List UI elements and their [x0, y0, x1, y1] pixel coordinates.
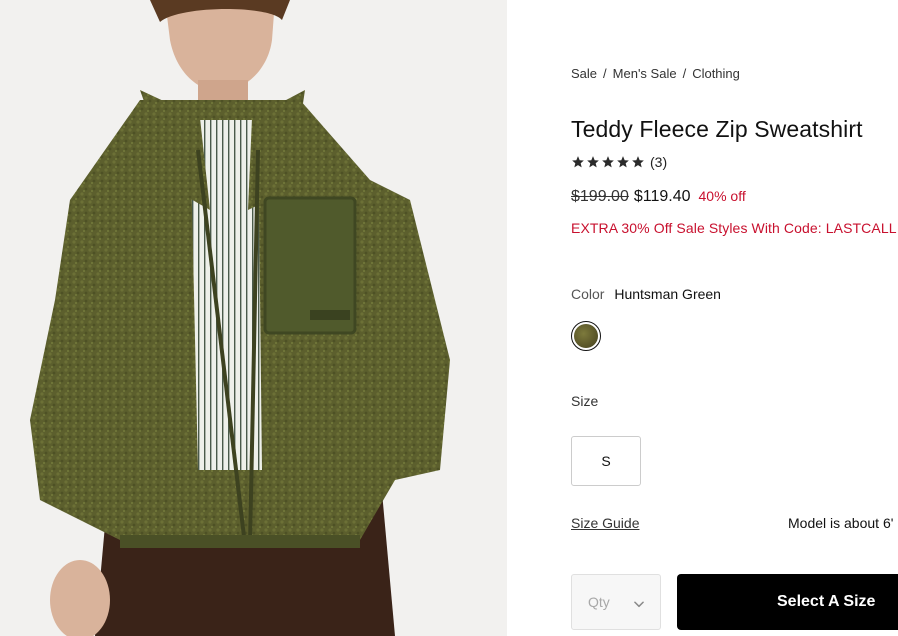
breadcrumb-mens-sale[interactable]: Men's Sale	[613, 66, 677, 81]
product-photo-illustration	[0, 0, 507, 636]
breadcrumb: Sale / Men's Sale / Clothing	[571, 66, 740, 81]
breadcrumb-separator: /	[603, 66, 607, 81]
star-icon	[617, 156, 629, 168]
original-price: $199.00	[571, 188, 629, 205]
breadcrumb-separator: /	[682, 66, 687, 81]
star-icon	[572, 156, 584, 168]
color-selection-label: Color Huntsman Green	[571, 286, 721, 302]
discount-percent: 40% off	[698, 188, 746, 204]
product-image[interactable]	[0, 0, 507, 636]
swatch-fill	[574, 324, 598, 348]
color-label: Color	[571, 286, 605, 302]
size-option-s[interactable]: S	[571, 436, 641, 486]
star-icon	[587, 156, 599, 168]
star-icon	[602, 156, 614, 168]
product-title: Teddy Fleece Zip Sweatshirt	[571, 116, 863, 142]
price-row: $199.00 $119.40 40% off	[571, 188, 746, 206]
breadcrumb-clothing[interactable]: Clothing	[692, 66, 740, 81]
sale-price: $119.40	[633, 188, 691, 205]
rating-stars	[571, 155, 645, 169]
product-details: Sale / Men's Sale / Clothing Teddy Fleece Zi…	[571, 0, 898, 636]
size-guide-link[interactable]: Size Guide	[571, 515, 639, 531]
selected-color-name: Huntsman Green	[614, 286, 721, 302]
size-label: Size	[571, 393, 599, 409]
product-rating[interactable]: (3)	[571, 154, 667, 170]
color-swatch-huntsman-green[interactable]	[571, 321, 601, 351]
star-icon	[632, 156, 644, 168]
model-info: Model is about 6'	[788, 515, 894, 531]
product-page: Sale / Men's Sale / Clothing Teddy Fleece Zi…	[0, 0, 898, 636]
quantity-select[interactable]: Qty	[571, 574, 661, 630]
quantity-placeholder: Qty	[588, 594, 610, 610]
chevron-down-icon	[634, 601, 644, 608]
select-size-button[interactable]: Select A Size	[677, 574, 898, 630]
breadcrumb-sale[interactable]: Sale	[571, 66, 597, 81]
review-count: (3)	[650, 154, 668, 170]
promo-message: EXTRA 30% Off Sale Styles With Code: LAS…	[571, 220, 897, 236]
